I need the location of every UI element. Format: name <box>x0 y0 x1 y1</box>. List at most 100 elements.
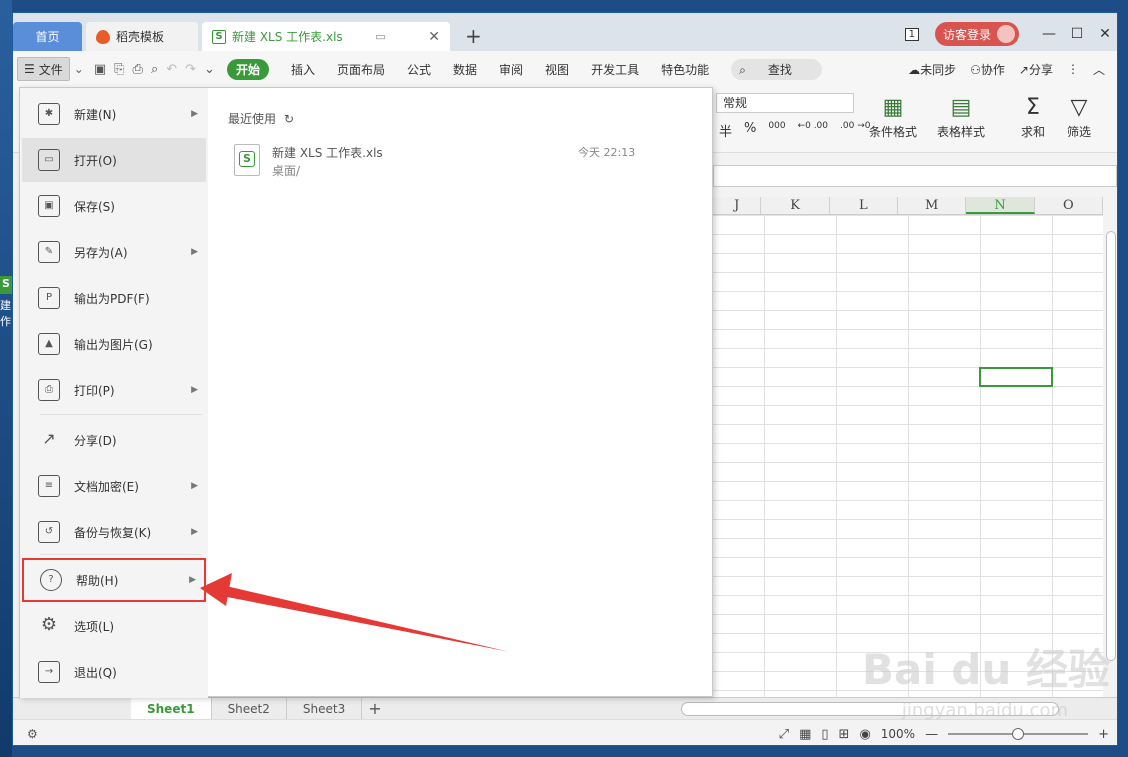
menu-item-export-pdf[interactable]: P 输出为PDF(F) <box>22 276 206 320</box>
tab-start[interactable]: 开始 <box>226 58 269 80</box>
menu-item-backup[interactable]: ↺ 备份与恢复(K) ▶ <box>22 510 206 554</box>
tab-home[interactable]: 首页 <box>13 22 82 51</box>
fullscreen-icon[interactable]: ⤢ <box>779 727 789 742</box>
login-button[interactable]: 访客登录 <box>934 22 1019 46</box>
close-tab-icon[interactable]: ✕ <box>428 29 440 45</box>
tab-developer[interactable]: 开发工具 <box>591 61 639 78</box>
minimize-button[interactable]: — <box>1035 26 1063 42</box>
window-count-badge[interactable]: 1 <box>904 27 919 41</box>
search-icon: ⌕ <box>739 62 746 77</box>
file-menu-list: ✱ 新建(N) ▶ ▭ 打开(O) ▣ 保存(S) ✎ 另存为(A) ▶ P 输出为PDF(F… <box>20 88 208 698</box>
filter-button[interactable]: ▽ 筛选 <box>1067 93 1091 140</box>
conditional-format-button[interactable]: ▦ 条件格式 <box>869 93 917 140</box>
column-header[interactable]: J <box>713 197 762 214</box>
tab-review[interactable]: 审阅 <box>499 61 523 78</box>
number-format-select[interactable]: 常规 <box>716 93 854 113</box>
currency-button[interactable]: 半 <box>719 121 732 140</box>
unsync-button[interactable]: ☁未同步 <box>908 61 956 78</box>
desktop-file-icon[interactable]: S 建 作 <box>0 276 12 330</box>
menu-item-print[interactable]: ⎙ 打印(P) ▶ <box>22 368 206 412</box>
decrease-decimal-button[interactable]: .00 →0 <box>840 121 870 140</box>
selected-cell[interactable] <box>979 367 1053 387</box>
menu-item-exit[interactable]: → 退出(Q) <box>22 650 206 694</box>
docer-flame-icon <box>96 29 110 44</box>
menu-item-help[interactable]: ? 帮助(H) ▶ <box>22 558 206 602</box>
recent-file-time: 今天 22:13 <box>578 146 636 159</box>
gear-icon: ⚙ <box>40 614 58 635</box>
zoom-out-icon[interactable]: — <box>925 727 938 742</box>
formula-bar[interactable] <box>713 165 1117 187</box>
tab-document[interactable]: S 新建 XLS 工作表.xls ▭ ✕ <box>202 22 450 51</box>
chevron-right-icon: ▶ <box>191 247 198 257</box>
menu-item-open[interactable]: ▭ 打开(O) <box>22 138 206 182</box>
column-header[interactable]: M <box>898 197 967 214</box>
undo-icon[interactable]: ↶ <box>166 62 177 77</box>
share-icon: ↗ <box>1018 62 1029 77</box>
menu-item-options[interactable]: ⚙ 选项(L) <box>22 604 206 648</box>
recent-file-item[interactable]: S 新建 XLS 工作表.xls 桌面/ 今天 22:13 <box>234 140 654 180</box>
tab-insert[interactable]: 插入 <box>291 61 315 78</box>
percent-button[interactable]: % <box>744 121 756 140</box>
zoom-slider[interactable] <box>948 728 1089 740</box>
recent-file-name: 新建 XLS 工作表.xls <box>272 146 383 160</box>
increase-decimal-button[interactable]: ←0 .00 <box>798 121 828 140</box>
menu-item-save[interactable]: ▣ 保存(S) <box>22 184 206 228</box>
save-icon[interactable]: ▣ <box>94 62 106 77</box>
file-menu-button[interactable]: ☰ 文件 <box>17 57 70 81</box>
menu-item-save-as[interactable]: ✎ 另存为(A) ▶ <box>22 230 206 274</box>
menu-separator <box>40 554 202 555</box>
pin-icon[interactable]: ▭ <box>375 30 385 43</box>
spreadsheet-grid[interactable]: J K L M N O <box>713 197 1103 697</box>
zoom-level[interactable]: 100% <box>881 727 915 741</box>
maximize-button[interactable]: ☐ <box>1063 26 1091 42</box>
tab-formulas[interactable]: 公式 <box>407 61 431 78</box>
sum-button[interactable]: Σ 求和 <box>1021 93 1045 140</box>
sheet-tab-3[interactable]: Sheet3 <box>287 697 363 720</box>
redo-icon[interactable]: ↷ <box>185 62 196 77</box>
sheet-tab-2[interactable]: Sheet2 <box>212 697 287 720</box>
menu-item-new[interactable]: ✱ 新建(N) ▶ <box>22 92 206 136</box>
new-tab-button[interactable]: + <box>465 24 482 48</box>
scroll-thumb[interactable] <box>1106 231 1116 661</box>
eye-protection-icon[interactable]: ◉ <box>859 727 870 742</box>
zoom-in-icon[interactable]: + <box>1098 727 1109 742</box>
menu-item-share[interactable]: ↗ 分享(D) <box>22 418 206 462</box>
menu-item-export-image[interactable]: ▲ 输出为图片(G) <box>22 322 206 366</box>
tab-features[interactable]: 特色功能 <box>661 61 709 78</box>
close-button[interactable]: ✕ <box>1091 26 1117 42</box>
more-icon[interactable]: ⋮ <box>1067 62 1079 76</box>
share-button[interactable]: ↗分享 <box>1019 61 1053 78</box>
macro-icon[interactable]: ⚙ <box>27 727 38 741</box>
collapse-ribbon-icon[interactable]: ︿ <box>1093 61 1105 78</box>
print-icon[interactable]: ⎙ <box>133 62 143 77</box>
refresh-icon[interactable]: ↻ <box>284 112 294 126</box>
column-header[interactable]: K <box>761 197 830 214</box>
page-layout-icon[interactable]: ▯ <box>821 727 828 742</box>
add-sheet-button[interactable]: + <box>368 699 381 718</box>
search-button[interactable]: ⌕ 查找 <box>731 58 822 80</box>
page-break-icon[interactable]: ⊞ <box>839 727 850 742</box>
people-icon: ⚇ <box>970 62 981 77</box>
thousands-button[interactable]: 000 <box>768 121 785 140</box>
vertical-scrollbar[interactable] <box>1103 197 1117 697</box>
tab-view[interactable]: 视图 <box>545 61 569 78</box>
menu-toolbar: ☰ 文件 ⌄ ▣ ⎘ ⎙ ⌕ ↶ ↷ ⌄ 开始 插入 页面布局 公式 数据 审阅 … <box>13 51 1117 87</box>
collab-button[interactable]: ⚇协作 <box>970 61 1005 78</box>
menu-item-encrypt[interactable]: ≡ 文档加密(E) ▶ <box>22 464 206 508</box>
normal-view-icon[interactable]: ▦ <box>799 727 811 742</box>
tab-page-layout[interactable]: 页面布局 <box>337 61 385 78</box>
table-style-button[interactable]: ▤ 表格样式 <box>937 93 985 140</box>
zoom-knob[interactable] <box>1012 728 1025 740</box>
sheet-tab-1[interactable]: Sheet1 <box>131 697 212 720</box>
tab-data[interactable]: 数据 <box>453 61 477 78</box>
tab-templates[interactable]: 稻壳模板 <box>86 22 198 51</box>
format-painter-icon[interactable]: ⎘ <box>114 62 124 77</box>
print-preview-icon[interactable]: ⌕ <box>151 62 158 77</box>
column-header-selected[interactable]: N <box>966 197 1035 214</box>
column-header[interactable]: O <box>1035 197 1103 214</box>
customize-icon[interactable]: ⌄ <box>204 62 215 77</box>
chevron-down-icon[interactable]: ⌄ <box>74 62 84 76</box>
recent-file-path: 桌面/ <box>272 164 301 178</box>
cell-area[interactable] <box>713 215 1103 697</box>
column-header[interactable]: L <box>830 197 899 214</box>
